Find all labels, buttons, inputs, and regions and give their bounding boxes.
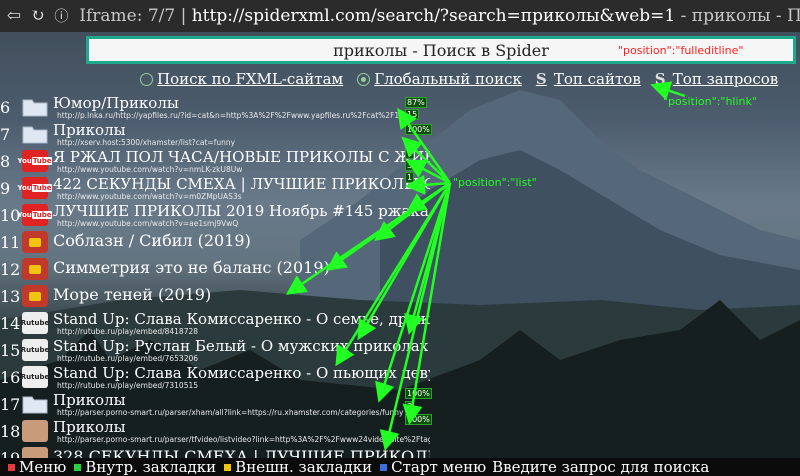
annotation-hlink: "position":"hlink" [663,95,757,108]
annotation-fulleditline: "position":"fulleditline" [618,44,744,57]
annotation-arrows [285,81,686,451]
annotation-list: "position":"list" [453,176,537,189]
